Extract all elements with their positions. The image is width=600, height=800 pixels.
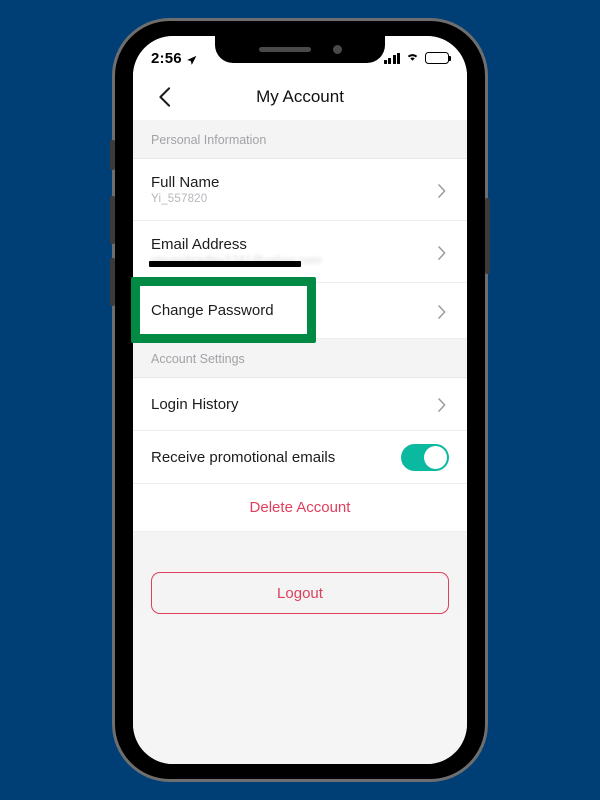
- promotional-emails-toggle[interactable]: [401, 443, 449, 471]
- phone-notch: [215, 36, 385, 63]
- email-redaction-bar: [149, 261, 301, 267]
- row-full-name-subtitle: Yi_557820: [151, 193, 208, 205]
- row-change-password[interactable]: Change Password: [133, 283, 467, 339]
- row-promotional-emails-text: Receive promotional emails: [151, 449, 335, 466]
- row-login-history-title: Login History: [151, 395, 239, 413]
- battery-full-icon: [425, 52, 452, 64]
- location-arrow-icon: [186, 53, 197, 65]
- status-bar-left: 2:56: [151, 50, 197, 67]
- mute-switch-button[interactable]: [110, 140, 115, 170]
- wifi-icon: [405, 49, 420, 67]
- chevron-right-icon: [437, 245, 449, 260]
- row-email-address[interactable]: Email Address stevenbradley1241@yahoo.co…: [133, 221, 467, 283]
- back-button[interactable]: [151, 84, 177, 110]
- row-email-address-title: Email Address: [151, 236, 247, 253]
- status-bar-right: [383, 49, 452, 67]
- volume-down-button[interactable]: [110, 258, 115, 306]
- logout-container: Logout: [133, 572, 467, 614]
- page-title: My Account: [256, 87, 344, 106]
- row-full-name-title: Full Name: [151, 174, 220, 191]
- row-promotional-emails-title: Receive promotional emails: [151, 448, 336, 466]
- earpiece-speaker-icon: [258, 47, 311, 52]
- row-promotional-emails[interactable]: Receive promotional emails: [133, 431, 467, 484]
- section-personal-information: Full Name Yi_557820 Email Address steven…: [133, 159, 467, 339]
- chevron-right-icon: [437, 304, 449, 319]
- row-change-password-text: Change Password: [151, 302, 274, 319]
- phone-screen: 2:56 My Account Personal Information Ful…: [133, 36, 467, 764]
- navigation-bar: My Account: [133, 74, 467, 120]
- row-full-name-text: Full Name Yi_557820: [151, 174, 219, 205]
- settings-content: Personal Information Full Name Yi_557820…: [133, 120, 467, 764]
- section-header-personal-information: Personal Information: [133, 120, 467, 159]
- section-header-account-settings: Account Settings: [133, 339, 467, 378]
- chevron-right-icon: [437, 183, 449, 198]
- delete-account-label: Delete Account: [249, 499, 351, 516]
- power-button[interactable]: [485, 198, 490, 274]
- status-bar-time: 2:56: [151, 49, 182, 67]
- section-account-settings: Login History Receive promotional emails…: [133, 378, 467, 532]
- row-full-name[interactable]: Full Name Yi_557820: [133, 159, 467, 221]
- row-delete-account[interactable]: Delete Account: [133, 484, 467, 532]
- cellular-signal-icon: [383, 52, 400, 64]
- toggle-knob: [424, 445, 447, 469]
- content-spacer: [133, 532, 467, 572]
- front-camera-icon: [332, 45, 342, 54]
- row-change-password-title: Change Password: [151, 302, 274, 319]
- volume-up-button[interactable]: [110, 196, 115, 244]
- chevron-right-icon: [437, 398, 449, 412]
- row-login-history[interactable]: Login History: [133, 378, 467, 431]
- row-login-history-text: Login History: [151, 396, 239, 413]
- logout-button[interactable]: Logout: [151, 572, 449, 614]
